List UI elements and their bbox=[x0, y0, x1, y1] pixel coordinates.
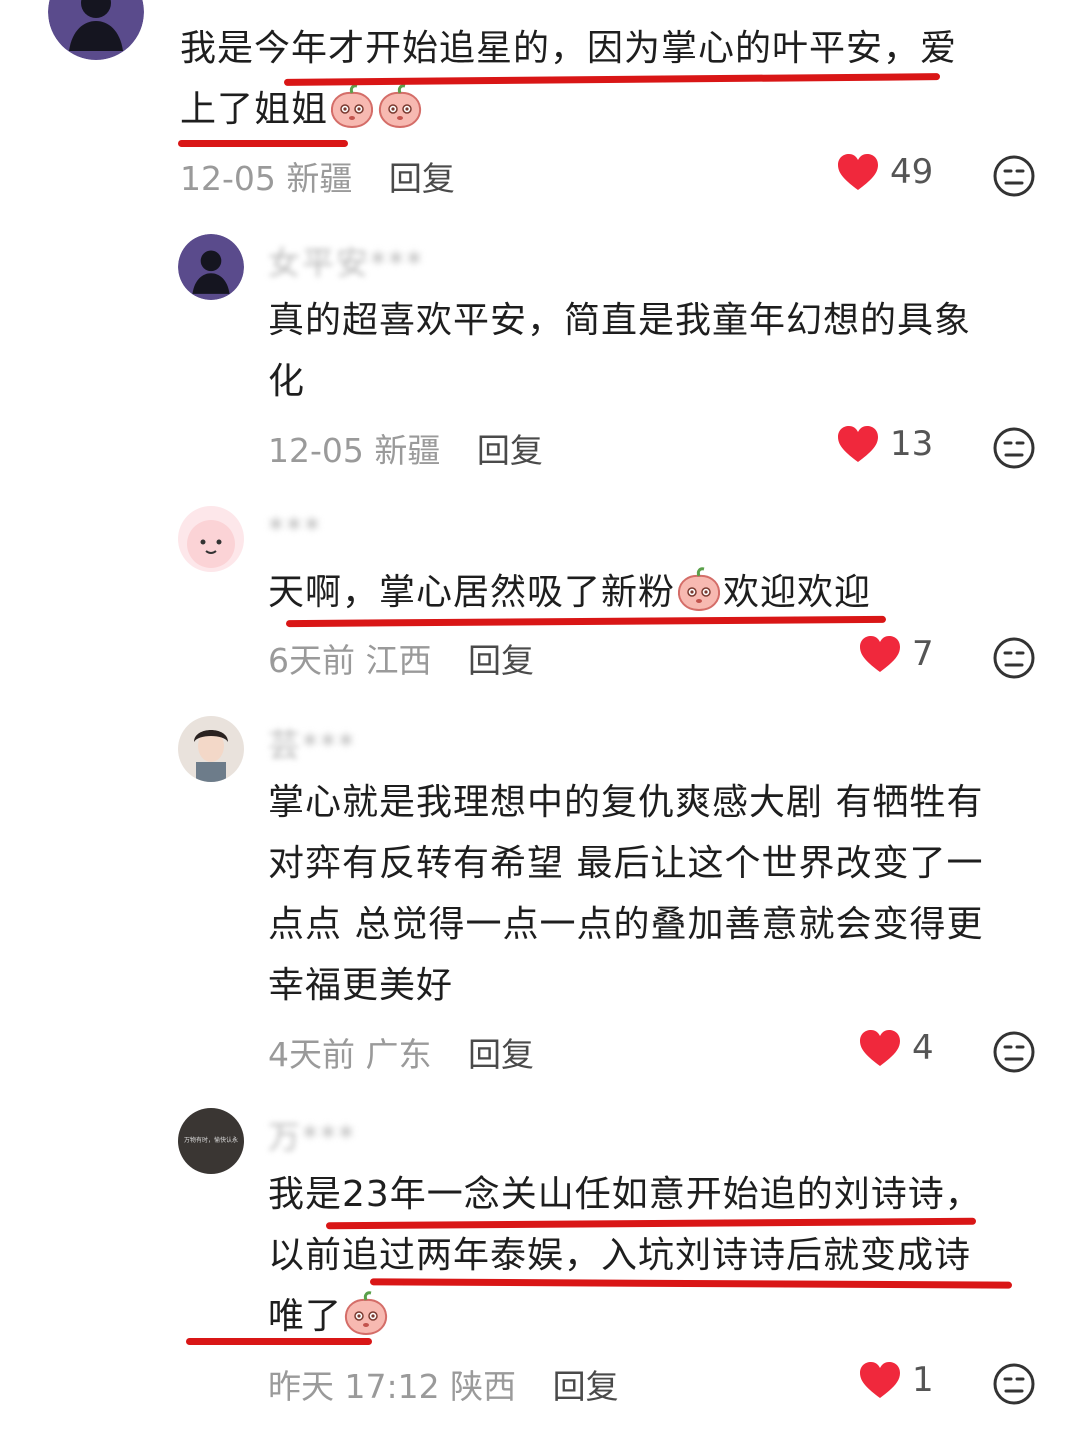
comment-location: 广东 bbox=[365, 1035, 432, 1074]
avatar-caption: 万物有时，愉快认永 bbox=[184, 1137, 239, 1144]
heart-icon bbox=[836, 152, 880, 192]
comment-text: 天啊，掌心居然吸了新粉 欢迎欢迎 bbox=[268, 562, 871, 623]
heart-icon bbox=[858, 1028, 902, 1068]
username[interactable]: *** bbox=[268, 510, 322, 548]
avatar[interactable] bbox=[178, 506, 244, 572]
dislike-face-icon[interactable] bbox=[992, 154, 1036, 198]
like-button[interactable]: 7 bbox=[858, 634, 934, 674]
comment-text: 真的超喜欢平安，简直是我童年幻想的具象 化 bbox=[268, 300, 972, 402]
comment-location: 新疆 bbox=[374, 431, 441, 470]
username[interactable]: 万*** bbox=[268, 1112, 356, 1158]
like-count: 49 bbox=[890, 152, 934, 192]
dislike-face-icon[interactable] bbox=[992, 636, 1036, 680]
like-count: 13 bbox=[890, 424, 934, 464]
dislike-face-icon[interactable] bbox=[992, 426, 1036, 470]
like-count: 4 bbox=[912, 1028, 934, 1068]
comment-text: 我是23年一念关山任如意开始追的刘诗诗， 以前追过两年泰娱，入坑刘诗诗后就变成诗… bbox=[268, 1174, 982, 1337]
peach-emoji-icon bbox=[328, 83, 376, 129]
like-button[interactable]: 13 bbox=[836, 424, 933, 464]
comment-date: 昨天 17:12 bbox=[268, 1367, 440, 1406]
comment-date: 12-05 bbox=[268, 431, 364, 470]
comment-meta: 6天前 江西 回复 bbox=[268, 634, 534, 682]
highlight-underline bbox=[178, 140, 348, 147]
like-button[interactable]: 1 bbox=[858, 1360, 934, 1400]
reply-button[interactable]: 回复 bbox=[468, 1035, 534, 1074]
username[interactable]: 芸*** bbox=[268, 720, 356, 766]
avatar[interactable]: 万物有时，愉快认永 bbox=[178, 1108, 244, 1174]
comment-text: 掌心就是我理想中的复仇爽感大剧 有牺牲有 对弈有反转有希望 最后让这个世界改变了… bbox=[268, 782, 984, 1006]
comment-meta: 4天前 广东 回复 bbox=[268, 1028, 534, 1076]
like-count: 7 bbox=[912, 634, 934, 674]
peach-emoji-icon bbox=[675, 566, 723, 612]
comment-location: 江西 bbox=[365, 641, 432, 680]
reply-button[interactable]: 回复 bbox=[468, 641, 534, 680]
peach-emoji-icon bbox=[376, 83, 424, 129]
like-button[interactable]: 4 bbox=[858, 1028, 934, 1068]
dislike-face-icon[interactable] bbox=[992, 1362, 1036, 1406]
username[interactable]: 女平安*** bbox=[268, 238, 424, 284]
avatar[interactable] bbox=[178, 234, 244, 300]
peach-emoji-icon bbox=[342, 1290, 390, 1336]
reply-button[interactable]: 回复 bbox=[477, 431, 543, 470]
comment-meta: 12-05 新疆 回复 bbox=[268, 424, 543, 472]
like-count: 1 bbox=[912, 1360, 934, 1400]
comment-date: 4天前 bbox=[268, 1035, 355, 1074]
comment-meta: 昨天 17:12 陕西 回复 bbox=[268, 1360, 619, 1408]
heart-icon bbox=[836, 424, 880, 464]
comment-location: 陕西 bbox=[450, 1367, 517, 1406]
comment-date: 12-05 bbox=[180, 159, 276, 198]
avatar[interactable] bbox=[178, 716, 244, 782]
reply-button[interactable]: 回复 bbox=[389, 159, 455, 198]
avatar[interactable] bbox=[48, 0, 144, 60]
heart-icon bbox=[858, 634, 902, 674]
like-button[interactable]: 49 bbox=[836, 152, 933, 192]
heart-icon bbox=[858, 1360, 902, 1400]
comment-meta: 12-05 新疆 回复 bbox=[180, 152, 455, 200]
comment-location: 新疆 bbox=[286, 159, 353, 198]
dislike-face-icon[interactable] bbox=[992, 1030, 1036, 1074]
comment-date: 6天前 bbox=[268, 641, 355, 680]
highlight-underline bbox=[186, 1338, 372, 1345]
reply-button[interactable]: 回复 bbox=[553, 1367, 619, 1406]
